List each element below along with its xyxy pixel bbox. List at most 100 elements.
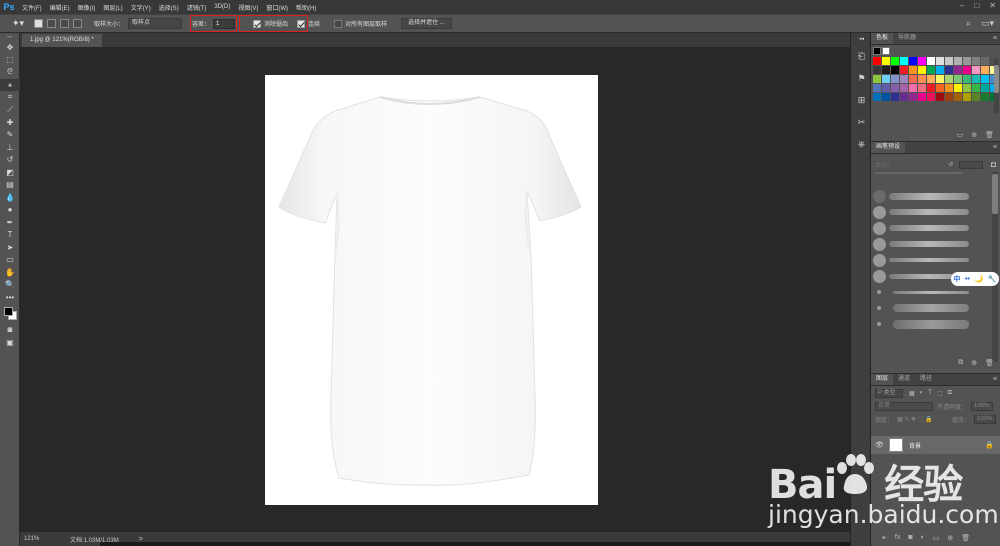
color-swatch[interactable] [882,84,890,92]
color-swatch[interactable] [936,66,944,74]
workspace-icon[interactable]: ▭▾ [981,18,994,29]
link-icon[interactable]: ⚭ [881,534,887,542]
properties-panel-icon[interactable]: ⚑ [851,67,872,89]
brush-preset-item[interactable] [873,316,969,332]
shape-filter-icon[interactable]: ⬚ [937,390,943,397]
menu-filter[interactable]: 滤镜(T) [183,3,211,12]
widget-dots-icon[interactable]: •• [965,276,970,283]
color-swatch[interactable] [927,84,935,92]
new-layer-icon[interactable]: ⊕ [947,534,953,542]
healing-brush-tool-icon[interactable]: ✚ [0,116,20,129]
color-swatch[interactable] [945,57,953,65]
widget-wrench-icon[interactable]: 🔧 [988,275,997,283]
rectangle-tool-icon[interactable]: ▭ [0,254,20,267]
color-swatch[interactable] [936,84,944,92]
path-selection-tool-icon[interactable]: ➤ [0,241,20,254]
magic-wand-tool-icon[interactable]: ⚹ [0,78,20,91]
lock-icons[interactable]: ▦ ✎ ✥ ⬚ 🔒 [897,416,933,423]
fill-input[interactable]: 100% [974,415,996,424]
smart-object-filter-icon[interactable]: ⧉ [948,390,952,397]
scrollbar-thumb[interactable] [994,65,999,93]
color-swatch[interactable] [900,93,908,101]
color-swatch[interactable] [918,66,926,74]
color-swatch[interactable] [909,66,917,74]
adjustment-filter-icon[interactable]: ◐ [920,390,924,397]
color-swatch[interactable] [963,93,971,101]
color-swatch[interactable] [891,57,899,65]
color-swatch[interactable] [981,66,989,74]
zoom-level[interactable]: 121% [20,536,44,542]
zoom-tool-icon[interactable]: 🔍 [0,279,20,292]
color-swatch[interactable] [882,93,890,101]
mini-foreground-swatch[interactable] [873,47,881,55]
color-swatch[interactable] [972,75,980,83]
color-swatch[interactable] [963,75,971,83]
color-swatch[interactable] [972,93,980,101]
new-swatch-icon[interactable]: ⊕ [971,131,977,139]
dodge-tool-icon[interactable]: ● [0,204,20,217]
color-swatch[interactable] [882,66,890,74]
pen-tool-icon[interactable]: ✒ [0,216,20,229]
pixel-filter-icon[interactable]: ▦ [909,390,915,397]
search-icon[interactable]: ⌕ [966,18,971,29]
color-swatch[interactable] [963,57,971,65]
menu-select[interactable]: 选择(S) [155,3,183,12]
color-swatch[interactable] [873,84,881,92]
intersect-selection-button[interactable] [73,19,82,28]
color-swatch[interactable] [873,57,881,65]
color-swatch[interactable] [927,75,935,83]
canvas-area[interactable] [20,47,850,532]
color-swatch[interactable] [873,75,881,83]
color-swatch[interactable] [963,84,971,92]
adjustment-icon[interactable]: ◐ [921,534,925,542]
color-swatch[interactable] [927,66,935,74]
new-selection-button[interactable] [34,19,43,28]
lasso-tool-icon[interactable]: ᘓ [0,66,20,79]
add-selection-button[interactable] [47,19,56,28]
crop-tool-icon[interactable]: ⌗ [0,91,20,104]
folder-icon[interactable]: ▭ [933,534,940,542]
color-swatch[interactable] [954,57,962,65]
color-swatch[interactable] [918,93,926,101]
brush-settings-panel-icon[interactable]: ✂ [851,111,872,133]
document-tab[interactable]: 1.jpg @ 121%(RGB/8) * [22,34,102,47]
color-swatch[interactable] [981,75,989,83]
blend-mode-select[interactable]: 正常 [875,402,933,411]
select-and-mask-button[interactable]: 选择并遮住 ... [401,18,452,29]
mini-background-swatch[interactable] [882,47,890,55]
color-swatch[interactable] [945,84,953,92]
tab-swatches[interactable]: 色板 [871,33,894,44]
document-canvas[interactable] [265,75,598,505]
opacity-input[interactable]: 100% [971,402,994,411]
brush-preset-item[interactable] [873,204,969,220]
fx-icon[interactable]: fx [895,534,900,542]
new-brush-icon[interactable]: ◘ [991,160,996,169]
reset-icon[interactable]: ↺ [948,161,953,168]
color-swatch[interactable] [900,66,908,74]
color-swatch[interactable] [891,66,899,74]
color-swatch[interactable] [954,93,962,101]
brush-preset-item[interactable] [873,300,969,316]
eyedropper-tool-icon[interactable]: ⟋ [0,104,20,117]
trash-icon[interactable]: 🗑 [985,131,994,139]
color-swatch[interactable] [963,66,971,74]
marquee-tool-icon[interactable]: ⬚ [0,54,20,67]
brush-size-slider[interactable] [875,172,963,174]
color-swatch[interactable] [909,93,917,101]
color-swatch[interactable] [900,57,908,65]
color-swatch[interactable] [972,66,980,74]
color-swatch[interactable] [981,84,989,92]
color-swatch[interactable] [945,75,953,83]
new-brush-preset-icon[interactable]: ⊕ [971,359,977,367]
color-swatch[interactable] [981,93,989,101]
color-picker[interactable] [0,304,20,324]
mask-icon[interactable]: ◙ [908,534,912,542]
menu-image[interactable]: 图像(I) [74,3,100,12]
color-swatch[interactable] [954,75,962,83]
clone-source-panel-icon[interactable]: ⎈ [851,133,872,155]
color-swatch[interactable] [891,93,899,101]
color-swatch[interactable] [891,75,899,83]
type-tool-icon[interactable]: T [0,229,20,242]
widget-lang-icon[interactable]: 中 [953,274,960,284]
sample-all-layers-checkbox[interactable]: 对所有图层取样 [334,19,387,28]
